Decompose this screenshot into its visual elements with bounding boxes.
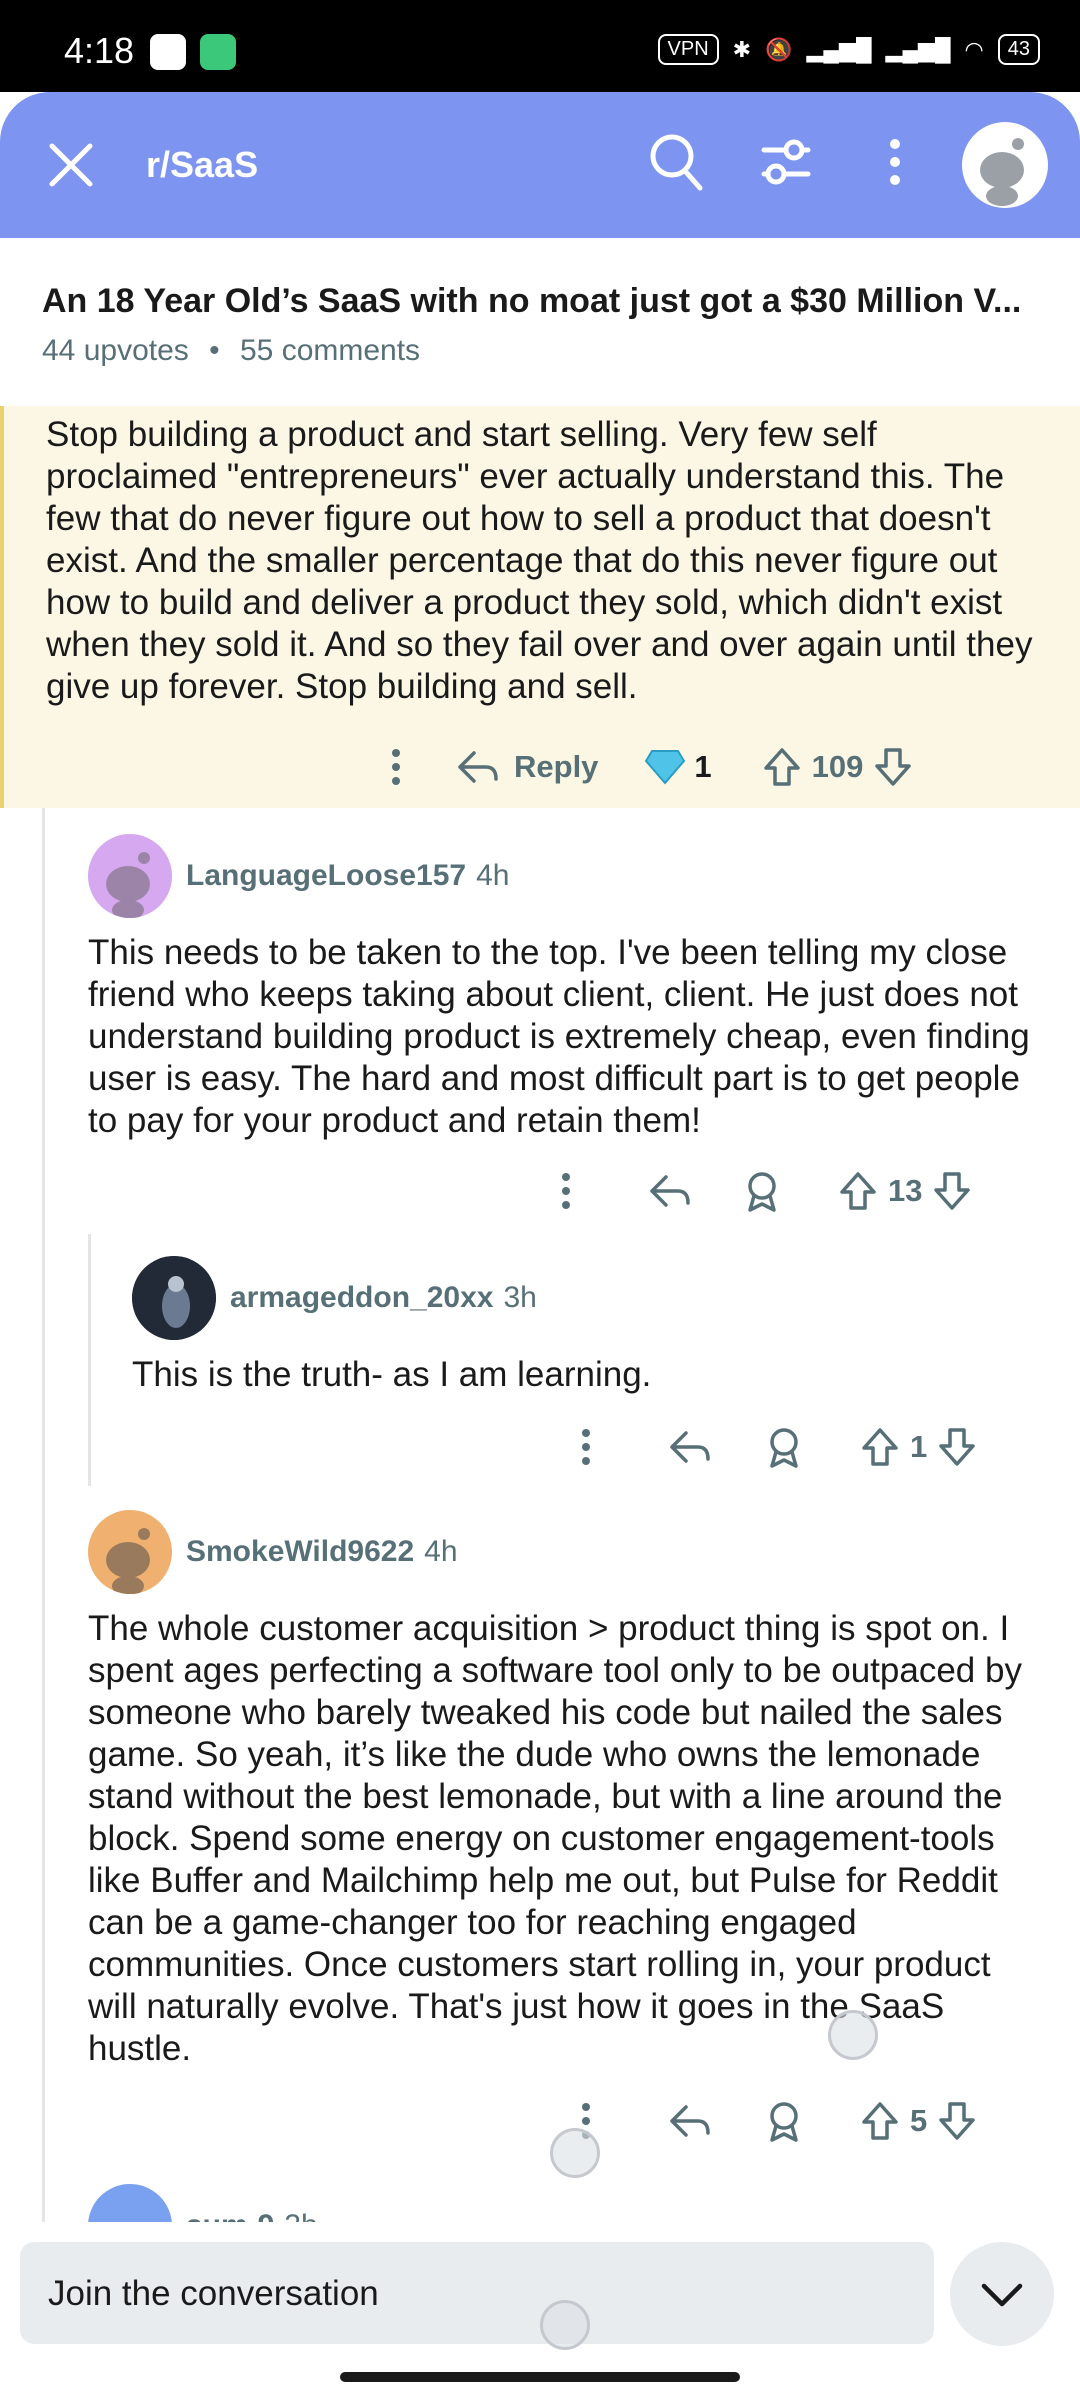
touch-indicator (828, 2010, 878, 2060)
reply-label: Reply (514, 749, 599, 784)
notification-icons (150, 34, 236, 70)
search-icon[interactable] (648, 132, 704, 197)
composer-bar: Join the conversation (0, 2222, 1080, 2400)
post-meta: 44 upvotes • 55 comments (42, 334, 420, 368)
system-icons: VPN ✱ 🔕 ▂▄▆█ ▂▄▆█ ◠ 43 (657, 34, 1040, 65)
reply-icon[interactable] (668, 2101, 712, 2141)
avatar[interactable] (88, 834, 172, 918)
vote-count: 5 (910, 2103, 928, 2138)
comment-time: 4h (424, 1535, 458, 1568)
upvote-icon[interactable] (838, 1170, 878, 1212)
downvote-icon[interactable] (937, 2100, 977, 2142)
vote-count: 13 (888, 1173, 923, 1208)
reply-icon[interactable] (668, 1427, 712, 1467)
comment: LanguageLoose157 4h This needs to be tak… (88, 834, 1048, 1142)
upvote-icon[interactable] (762, 746, 802, 788)
signal-icon: ▂▄▆█ (885, 36, 951, 62)
comment-username[interactable]: LanguageLoose157 (186, 859, 466, 893)
award-icon[interactable] (764, 1426, 804, 1468)
upvote-icon[interactable] (860, 2100, 900, 2142)
touch-indicator (550, 2128, 600, 2178)
downvote-icon[interactable] (932, 1170, 972, 1212)
upvote-count: 44 upvotes (42, 334, 189, 367)
next-comment-button[interactable] (950, 2242, 1054, 2346)
vote-control: 5 (860, 2100, 977, 2142)
app-notification-icon (150, 34, 186, 70)
avatar[interactable] (88, 1510, 172, 1594)
thread-line (88, 1234, 91, 1486)
award-icon[interactable] (764, 2100, 804, 2142)
comment-username[interactable]: armageddon_20xx (230, 1281, 493, 1315)
more-options-icon[interactable] (880, 132, 910, 197)
comment-text: Stop building a product and start sellin… (46, 415, 1033, 706)
user-avatar[interactable] (962, 122, 1048, 208)
filter-icon[interactable] (758, 132, 814, 197)
vote-control: 13 (838, 1170, 972, 1212)
award-button[interactable]: 1 (644, 749, 712, 785)
home-indicator[interactable] (340, 2372, 740, 2382)
more-options-icon[interactable] (560, 1171, 572, 1211)
downvote-icon[interactable] (873, 746, 913, 788)
comment-time: 3h (284, 2209, 317, 2222)
upvote-icon[interactable] (860, 1426, 900, 1468)
close-icon[interactable] (46, 140, 96, 195)
comment-username[interactable]: sum-9 (186, 2209, 274, 2222)
app-header: r/SaaS (0, 92, 1080, 238)
comment-text: This is the truth- as I am learning. (132, 1355, 652, 1394)
comment-actions: Reply 1 109 (390, 746, 913, 788)
signal-icon: ▂▄▆█ (806, 36, 872, 62)
comment-time: 4h (476, 859, 510, 892)
vpn-icon: VPN (657, 34, 719, 65)
vote-control: 109 (762, 746, 914, 788)
bluetooth-icon: ✱ (732, 36, 752, 62)
battery-icon: 43 (997, 34, 1040, 65)
post-title[interactable]: An 18 Year Old’s SaaS with no moat just … (42, 282, 1042, 321)
vote-count: 109 (811, 749, 864, 784)
comment-header: SmokeWild9622 4h (88, 1510, 1048, 1594)
diamond-award-icon (645, 750, 686, 785)
avatar[interactable] (88, 2184, 172, 2222)
award-count: 1 (694, 749, 712, 784)
comment: armageddon_20xx 3h This is the truth- as… (132, 1256, 1052, 1396)
comment-actions: 5 (580, 2100, 977, 2142)
more-options-icon[interactable] (390, 747, 402, 787)
comment: SmokeWild9622 4h The whole customer acqu… (88, 1510, 1048, 2070)
clock: 4:18 (64, 30, 135, 71)
comment-input-placeholder: Join the conversation (48, 2274, 379, 2313)
mute-icon: 🔕 (765, 36, 793, 62)
vote-control: 1 (860, 1426, 977, 1468)
highlighted-comment: Stop building a product and start sellin… (0, 406, 1080, 808)
touch-indicator (540, 2300, 590, 2350)
separator: • (209, 334, 220, 367)
thread-line (42, 808, 45, 2222)
comment-username[interactable]: SmokeWild9622 (186, 1535, 414, 1569)
post-header[interactable]: An 18 Year Old’s SaaS with no moat just … (0, 238, 1080, 408)
chevron-down-icon (981, 2283, 1023, 2307)
downvote-icon[interactable] (937, 1426, 977, 1468)
comment-text: This needs to be taken to the top. I've … (88, 933, 1030, 1140)
subreddit-title[interactable]: r/SaaS (146, 144, 258, 186)
vote-count: 1 (910, 1429, 928, 1464)
comment: sum-9 3h (88, 2184, 1048, 2222)
comment-actions: 13 (560, 1170, 972, 1212)
comment-time: 3h (503, 1281, 537, 1314)
reply-icon[interactable] (648, 1171, 692, 1211)
comment-actions: 1 (580, 1426, 977, 1468)
app-notification-icon (200, 34, 236, 70)
reply-icon (458, 751, 498, 783)
status-bar: 4:18 VPN ✱ 🔕 ▂▄▆█ ▂▄▆█ ◠ 43 (0, 0, 1080, 92)
award-icon[interactable] (742, 1170, 782, 1212)
more-options-icon[interactable] (580, 1427, 592, 1467)
comment-text: The whole customer acquisition > product… (88, 1609, 1022, 2068)
avatar[interactable] (132, 1256, 216, 1340)
wifi-icon: ◠ (964, 36, 984, 62)
reply-button[interactable]: Reply (456, 747, 598, 787)
comment-header: LanguageLoose157 4h (88, 834, 1048, 918)
comment-header: armageddon_20xx 3h (132, 1256, 1052, 1340)
comment-count: 55 comments (239, 334, 421, 367)
comment-input[interactable]: Join the conversation (20, 2242, 934, 2344)
comment-header: sum-9 3h (88, 2184, 1048, 2222)
